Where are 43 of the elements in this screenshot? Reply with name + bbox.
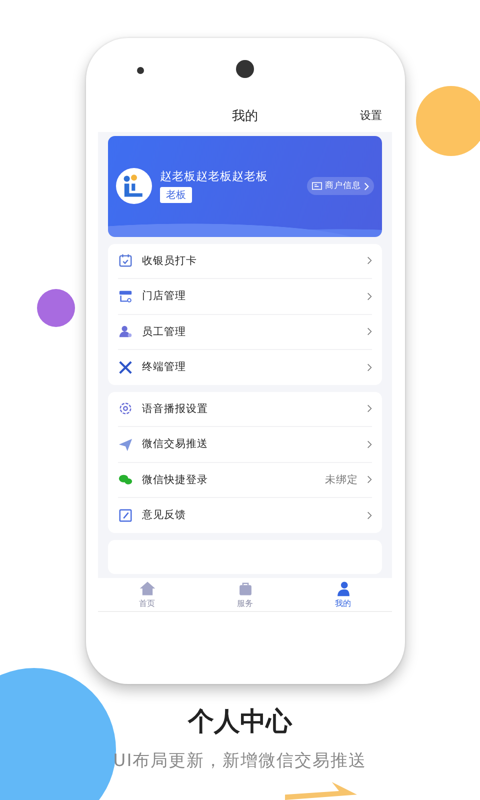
headline: 个人中心 xyxy=(188,706,292,739)
menu-icon xyxy=(118,253,133,268)
menu-item[interactable]: 语音播报设置 xyxy=(118,392,372,428)
avatar-icon xyxy=(116,168,152,204)
chevron-icon xyxy=(367,327,372,336)
id-card-icon xyxy=(312,182,322,190)
tab[interactable]: 服务 xyxy=(196,578,294,611)
menu-icon xyxy=(118,401,133,416)
menu-item[interactable]: 门店管理 xyxy=(118,279,372,315)
decor-circle xyxy=(37,289,75,327)
menu-item[interactable]: 微信快捷登录 未绑定 xyxy=(118,462,372,498)
chevron-icon xyxy=(367,440,372,449)
chevron-icon xyxy=(367,404,372,414)
menu-item[interactable]: 收银员打卡 xyxy=(118,244,372,280)
chevron-icon xyxy=(367,475,372,484)
role-tag: 老板 xyxy=(160,187,192,204)
menu-icon xyxy=(118,472,133,488)
subtitle: UI布局更新，新增微信交易推送 xyxy=(113,750,367,772)
speaker-dot xyxy=(137,67,144,74)
screen-title: 我的 xyxy=(232,108,258,125)
item-value: 未绑定 xyxy=(325,472,358,487)
merchant-info-button[interactable]: 商户信息 xyxy=(307,177,374,196)
tab-icon xyxy=(334,580,352,597)
arrow-icon xyxy=(285,782,357,800)
chevron-icon xyxy=(367,292,372,301)
settings-link[interactable]: 设置 xyxy=(360,108,382,124)
chevron-icon xyxy=(367,256,372,266)
chevron-icon xyxy=(367,362,372,372)
menu-icon xyxy=(118,508,133,523)
menu-icon xyxy=(118,436,133,452)
chevron-icon xyxy=(367,510,372,520)
menu-item[interactable]: 终端管理 xyxy=(118,350,372,385)
menu-icon xyxy=(118,288,133,304)
tab-icon xyxy=(138,580,156,597)
menu-item[interactable]: 员工管理 xyxy=(118,314,372,350)
menu-icon xyxy=(118,360,133,375)
tab[interactable]: 我的 xyxy=(294,578,392,611)
chevron-icon xyxy=(364,182,369,191)
camera-dot xyxy=(236,60,254,78)
menu-icon xyxy=(118,324,133,340)
menu-item[interactable]: 微信交易推送 xyxy=(118,427,372,463)
menu-item[interactable]: 意见反馈 xyxy=(118,498,372,533)
user-name: 赵老板赵老板赵老板 xyxy=(160,169,268,184)
